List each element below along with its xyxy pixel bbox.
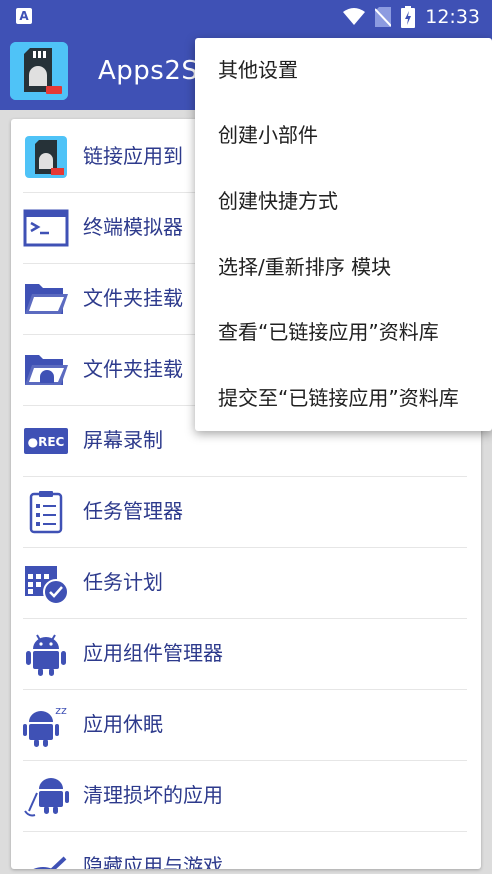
svg-text:●REC: ●REC [28,435,65,449]
menu-item-view-linked-db[interactable]: 查看“已链接应用”资料库 [195,300,492,365]
list-item-app-hibernate[interactable]: zz 应用休眠 [23,689,467,761]
list-item-task-schedule[interactable]: 任务计划 [23,547,467,619]
list-item-label: 屏幕录制 [83,428,163,452]
battery-charging-icon [401,6,416,28]
list-item-hide-apps[interactable]: 隐藏应用与游戏 [23,831,467,869]
status-icons: 12:33 [343,0,480,34]
list-item-task-manager[interactable]: 任务管理器 [23,476,467,548]
status-bar: A 12:33 [0,0,492,34]
apps2sd-logo-icon [23,134,69,180]
list-item-label: 文件夹挂载 [83,357,183,381]
menu-item-submit-linked-db[interactable]: 提交至“已链接应用”资料库 [195,366,492,431]
notification-icon: A [16,8,32,24]
android-icon [23,631,69,677]
no-sim-icon [375,7,392,27]
rec-icon: ●REC [23,418,69,464]
list-item-component-manager[interactable]: 应用组件管理器 [23,618,467,690]
list-item-label: 任务管理器 [83,499,183,523]
overflow-menu: 其他设置 创建小部件 创建快捷方式 选择/重新排序 模块 查看“已链接应用”资料… [195,38,492,431]
menu-item-create-shortcut[interactable]: 创建快捷方式 [195,169,492,234]
terminal-icon [23,205,69,251]
app-logo-icon [10,42,68,100]
menu-item-other-settings[interactable]: 其他设置 [195,38,492,103]
folder-open-icon [23,276,69,322]
hide-icon [23,844,69,869]
menu-item-create-widget[interactable]: 创建小部件 [195,103,492,168]
clock: 12:33 [425,6,480,28]
folder-android-icon [23,347,69,393]
list-item-label: 终端模拟器 [83,215,183,239]
list-item-label: 隐藏应用与游戏 [83,854,223,869]
wifi-icon [343,8,366,25]
clipboard-icon [23,489,69,535]
menu-item-reorder-modules[interactable]: 选择/重新排序 模块 [195,235,492,300]
list-item-label: 应用休眠 [83,712,163,736]
list-item-clean-broken-apps[interactable]: 清理损坏的应用 [23,760,467,832]
android-sleep-icon: zz [23,702,69,748]
list-item-label: 清理损坏的应用 [83,783,223,807]
calendar-clock-icon [23,560,69,606]
svg-text:zz: zz [55,704,67,717]
list-item-label: 任务计划 [83,570,163,594]
list-item-label: 应用组件管理器 [83,641,223,665]
list-item-label: 链接应用到 [83,144,183,168]
android-broom-icon [23,773,69,819]
list-item-label: 文件夹挂载 [83,286,183,310]
